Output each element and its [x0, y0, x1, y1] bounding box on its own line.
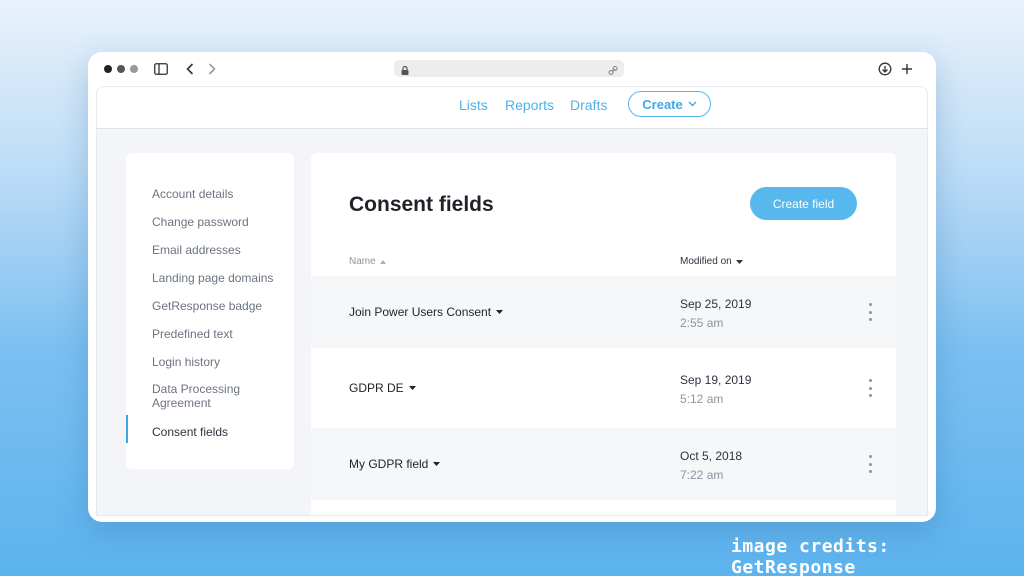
app-content: Lists Reports Drafts Create Account deta…	[96, 86, 928, 516]
row-modified-time: 7:22 am	[680, 468, 724, 482]
download-icon[interactable]	[878, 60, 892, 78]
sidebar-item-account-details[interactable]: Account details	[152, 187, 292, 201]
forward-arrow-icon[interactable]	[206, 60, 218, 78]
row-modified-time: 5:12 am	[680, 392, 724, 406]
column-header-name[interactable]: Name	[349, 256, 386, 267]
image-credits: image credits: GetResponse	[731, 536, 890, 576]
lock-icon	[400, 63, 410, 75]
row-name-dropdown[interactable]: Join Power Users Consent	[349, 305, 504, 319]
row-modified-date: Sep 19, 2019	[680, 373, 752, 387]
row-name-label: Join Power Users Consent	[349, 305, 492, 319]
chevron-down-icon	[688, 101, 697, 107]
sidebar-toggle-icon[interactable]	[154, 60, 168, 78]
table-row: My GDPR field Oct 5, 2018 7:22 am	[311, 428, 896, 500]
window-close-control[interactable]	[104, 65, 112, 73]
sidebar-item-landing-page-domains[interactable]: Landing page domains	[152, 271, 292, 285]
sidebar-item-change-password[interactable]: Change password	[152, 215, 292, 229]
column-header-modified-label: Modified on	[680, 256, 732, 267]
browser-window: Lists Reports Drafts Create Account deta…	[88, 52, 936, 522]
sidebar-item-email-addresses[interactable]: Email addresses	[152, 243, 292, 257]
browser-toolbar	[88, 52, 936, 86]
top-navigation: Lists Reports Drafts Create	[97, 87, 927, 129]
nav-link-drafts[interactable]: Drafts	[570, 97, 607, 113]
caret-down-icon	[433, 462, 441, 466]
consent-fields-panel: Consent fields Create field Name Modifie…	[311, 153, 896, 515]
sort-descending-icon	[735, 259, 743, 264]
window-minimize-control[interactable]	[117, 65, 125, 73]
sort-ascending-icon	[379, 259, 386, 264]
address-bar[interactable]	[394, 60, 624, 77]
column-header-name-label: Name	[349, 256, 376, 267]
sidebar-item-login-history[interactable]: Login history	[152, 355, 292, 369]
table-row: GDPR DE Sep 19, 2019 5:12 am	[311, 352, 896, 424]
caret-down-icon	[496, 310, 504, 314]
row-modified-date: Sep 25, 2019	[680, 297, 752, 311]
row-modified-date: Oct 5, 2018	[680, 449, 743, 463]
sidebar-item-predefined-text[interactable]: Predefined text	[152, 327, 292, 341]
row-name-label: My GDPR field	[349, 457, 429, 471]
window-zoom-control[interactable]	[130, 65, 138, 73]
more-options-icon[interactable]	[863, 303, 877, 321]
back-arrow-icon[interactable]	[184, 60, 196, 78]
new-tab-icon[interactable]	[900, 60, 914, 78]
active-item-indicator	[126, 415, 128, 443]
column-header-modified[interactable]: Modified on	[680, 256, 743, 267]
caret-down-icon	[408, 386, 416, 390]
create-button-label: Create	[642, 96, 683, 112]
row-name-label: GDPR DE	[349, 381, 404, 395]
settings-sidebar: Account details Change password Email ad…	[126, 153, 294, 469]
nav-link-lists[interactable]: Lists	[459, 97, 488, 113]
more-options-icon[interactable]	[863, 379, 877, 397]
more-options-icon[interactable]	[863, 455, 877, 473]
create-field-button[interactable]: Create field	[750, 187, 857, 220]
create-dropdown-button[interactable]: Create	[628, 91, 711, 117]
link-icon[interactable]	[608, 63, 618, 76]
sidebar-item-consent-fields[interactable]: Consent fields	[152, 425, 292, 439]
sidebar-item-data-processing-agreement[interactable]: Data Processing Agreement	[152, 382, 262, 410]
row-modified-time: 2:55 am	[680, 316, 724, 330]
nav-link-reports[interactable]: Reports	[505, 97, 554, 113]
table-row: Join Power Users Consent Sep 25, 2019 2:…	[311, 276, 896, 348]
page-title: Consent fields	[349, 193, 494, 216]
row-name-dropdown[interactable]: My GDPR field	[349, 457, 441, 471]
sidebar-item-getresponse-badge[interactable]: GetResponse badge	[152, 299, 292, 313]
row-name-dropdown[interactable]: GDPR DE	[349, 381, 416, 395]
